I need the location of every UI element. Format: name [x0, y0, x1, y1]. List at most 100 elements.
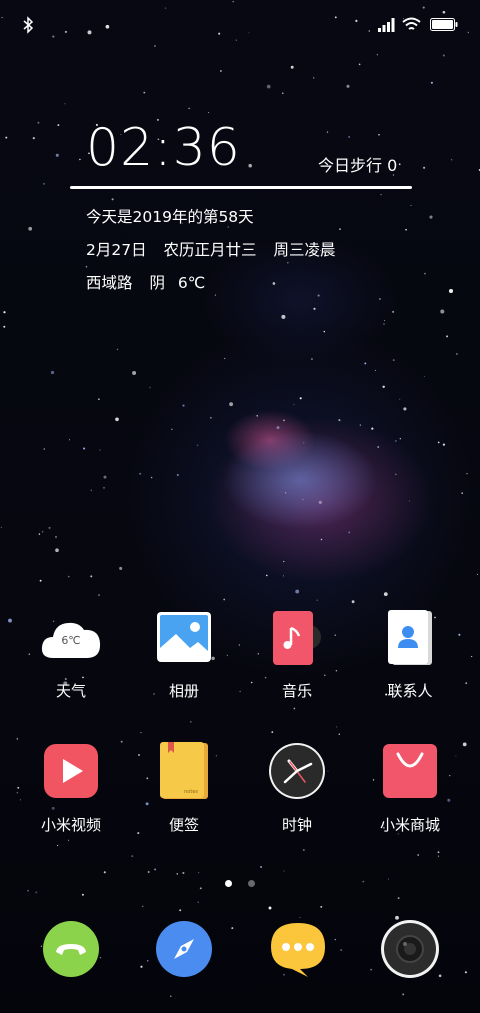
- dock-phone[interactable]: [41, 919, 101, 979]
- app-clock[interactable]: 时钟: [242, 742, 352, 835]
- star: [140, 965, 143, 968]
- star: [476, 573, 479, 576]
- clock-time[interactable]: 02:36: [86, 118, 241, 178]
- star: [326, 131, 329, 133]
- music-icon: [267, 608, 327, 668]
- star: [132, 371, 137, 375]
- app-notes[interactable]: notes 便签: [129, 742, 239, 835]
- page-dot[interactable]: [247, 880, 255, 887]
- star: [323, 330, 325, 333]
- app-music[interactable]: 音乐: [242, 608, 352, 701]
- star: [464, 971, 467, 974]
- dock-messages[interactable]: [268, 919, 328, 979]
- gallery-icon: [154, 608, 214, 668]
- star: [220, 70, 222, 72]
- star: [282, 92, 284, 95]
- dock-browser[interactable]: [154, 919, 214, 979]
- star: [397, 897, 400, 900]
- star: [224, 357, 226, 360]
- star: [28, 226, 33, 231]
- star: [48, 526, 51, 529]
- star: [142, 905, 144, 907]
- lunar-date-text: 农历正月廿三: [163, 241, 257, 259]
- app-weather[interactable]: 6℃ 天气: [16, 608, 126, 701]
- star: [43, 183, 45, 185]
- star: [299, 397, 302, 400]
- step-counter[interactable]: 今日步行 0: [318, 152, 397, 176]
- page-indicator[interactable]: [0, 872, 480, 891]
- app-label: 相册: [168, 682, 199, 700]
- star: [456, 353, 458, 355]
- status-bar: [0, 0, 480, 48]
- star: [448, 288, 454, 294]
- star: [231, 927, 234, 930]
- star: [398, 163, 401, 166]
- star: [179, 909, 182, 912]
- star: [103, 475, 107, 479]
- bluetooth-icon: [23, 16, 34, 34]
- star: [302, 849, 305, 851]
- star: [335, 726, 338, 728]
- star: [64, 103, 66, 105]
- app-mi-store[interactable]: 小米商城: [355, 742, 465, 835]
- weather-text: 阴: [149, 274, 165, 292]
- star: [402, 993, 405, 996]
- star: [320, 538, 323, 541]
- star: [281, 314, 286, 319]
- star: [374, 369, 377, 371]
- star: [256, 415, 258, 417]
- star: [90, 489, 92, 491]
- star: [3, 311, 6, 314]
- weather-icon: 6℃: [41, 608, 101, 668]
- svg-text:6℃: 6℃: [61, 634, 80, 647]
- star: [170, 995, 172, 997]
- star: [383, 323, 385, 325]
- app-label: 时钟: [281, 816, 312, 834]
- star: [338, 419, 341, 422]
- app-gallery[interactable]: 相册: [129, 608, 239, 701]
- app-label: 小米商城: [379, 816, 440, 834]
- star: [83, 447, 86, 450]
- notes-icon: notes: [154, 742, 214, 802]
- star: [303, 442, 305, 444]
- app-mi-video[interactable]: 小米视频: [16, 742, 126, 835]
- star: [5, 136, 8, 139]
- star: [317, 294, 320, 297]
- star: [409, 500, 411, 502]
- star: [371, 427, 374, 430]
- video-play-icon: [41, 742, 101, 802]
- page-dot-active[interactable]: [225, 880, 233, 887]
- shopping-bag-icon: [380, 742, 440, 802]
- date-text: 2月27日: [86, 241, 147, 259]
- star: [293, 403, 295, 406]
- star: [67, 575, 70, 578]
- star: [140, 732, 142, 734]
- star: [223, 598, 226, 601]
- star: [208, 111, 210, 114]
- star: [210, 417, 212, 419]
- star: [417, 854, 419, 856]
- star: [98, 594, 100, 596]
- star: [302, 499, 304, 501]
- star: [351, 600, 355, 604]
- star: [310, 358, 313, 361]
- star: [272, 282, 276, 285]
- star: [440, 309, 445, 314]
- star: [171, 428, 173, 430]
- star: [111, 198, 114, 201]
- star: [143, 91, 146, 94]
- star: [154, 868, 157, 871]
- star: [318, 500, 322, 505]
- star: [69, 439, 71, 441]
- star: [150, 476, 153, 479]
- star: [90, 575, 93, 578]
- app-contacts[interactable]: 联系人: [355, 608, 465, 701]
- star: [139, 472, 142, 475]
- star: [98, 398, 100, 400]
- star: [399, 398, 401, 401]
- date-line: 2月27日 农历正月廿三 周三凌晨: [86, 238, 348, 260]
- star: [276, 426, 280, 430]
- star: [312, 77, 315, 79]
- temperature-text: 6℃: [177, 274, 206, 292]
- dock-camera[interactable]: [380, 919, 440, 979]
